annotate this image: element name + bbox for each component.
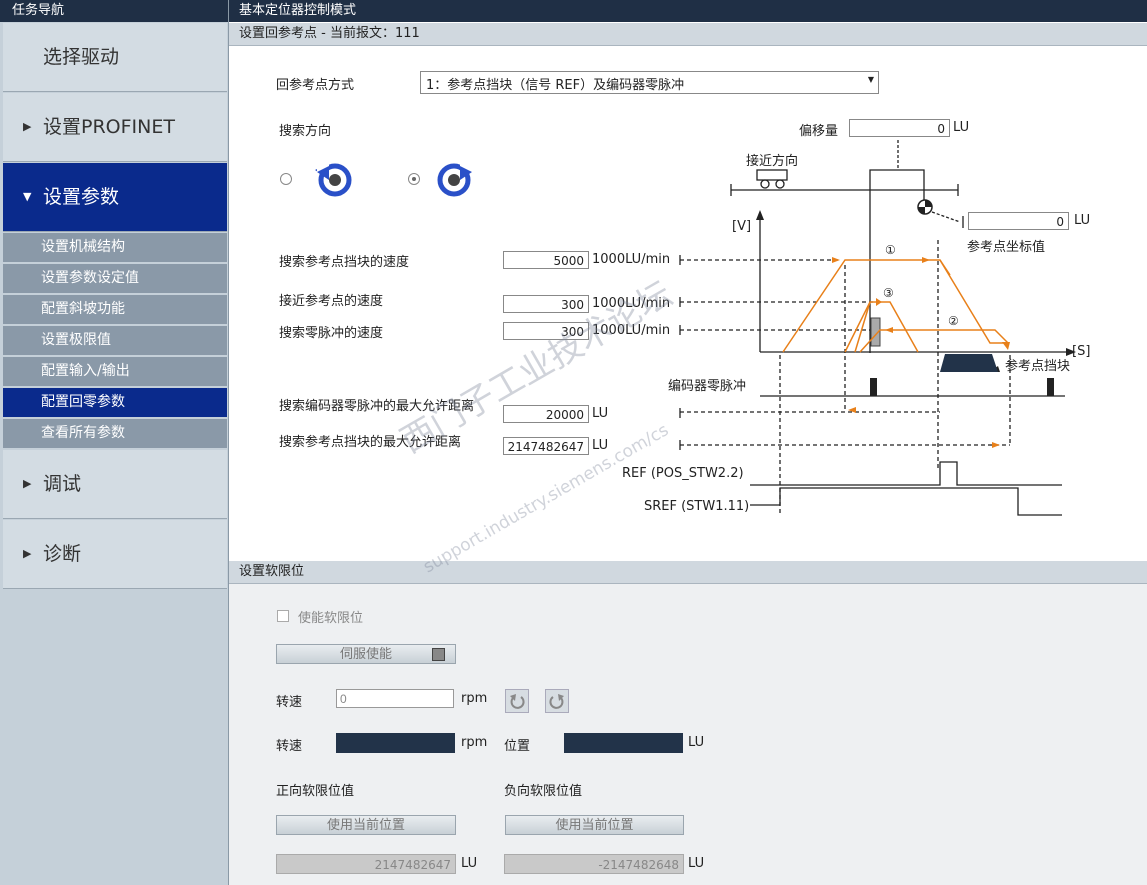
speed-actual-display bbox=[336, 733, 455, 753]
sidebar-item-commissioning[interactable]: ▶ 调试 bbox=[3, 450, 227, 519]
homing-mode-label: 回参考点方式 bbox=[276, 78, 355, 93]
speed-approach-label: 接近参考点的速度 bbox=[279, 294, 384, 309]
offset-unit: LU bbox=[953, 120, 970, 135]
chevron-down-icon: ▼ bbox=[23, 190, 32, 203]
homing-diagram: ① ③ ② [V] [S] 参考点挡块 编码器零脉冲 REF (POS_STW2… bbox=[622, 140, 1090, 516]
max-enc-distance-input[interactable]: 20000 bbox=[503, 405, 589, 423]
dropdown-arrow-icon: ▼ bbox=[867, 75, 874, 84]
neg-limit-value[interactable]: -2147482648 bbox=[504, 854, 684, 874]
marker-3: ③ bbox=[883, 286, 894, 300]
sidebar-item-label: 调试 bbox=[43, 473, 82, 495]
softlimit-section-header: 设置软限位 bbox=[229, 561, 1147, 584]
stop-icon bbox=[432, 648, 445, 661]
speed-approach-input[interactable]: 300 bbox=[503, 295, 589, 313]
servo-enable-button[interactable]: 伺服使能 bbox=[276, 644, 456, 664]
pos-limit-value[interactable]: 2147482647 bbox=[276, 854, 456, 874]
rotate-ccw-icon bbox=[315, 162, 352, 197]
enable-softlimit-checkbox[interactable] bbox=[277, 610, 289, 622]
sidebar-subitem-homing[interactable]: 配置回零参数 bbox=[3, 388, 227, 419]
speed-input[interactable] bbox=[336, 689, 454, 708]
sidebar-subitem-setpoint[interactable]: 设置参数设定值 bbox=[3, 264, 227, 295]
speed-actual-label: 转速 bbox=[276, 739, 303, 754]
enable-softlimit-label: 使能软限位 bbox=[298, 611, 364, 626]
lu-unit: LU bbox=[688, 856, 705, 871]
v-axis-label: [V] bbox=[732, 219, 751, 234]
encoder-pulse-label: 编码器零脉冲 bbox=[668, 379, 746, 394]
sidebar-subitem-all-params[interactable]: 查看所有参数 bbox=[3, 419, 227, 450]
sidebar-title: 任务导航 bbox=[0, 0, 228, 22]
search-direction-label: 搜索方向 bbox=[279, 124, 332, 139]
lu-unit: LU bbox=[688, 735, 705, 750]
chevron-right-icon: ▶ bbox=[23, 120, 32, 133]
position-label: 位置 bbox=[504, 739, 531, 754]
rotate-ccw-icon bbox=[510, 694, 525, 709]
lu-unit: LU bbox=[461, 856, 478, 871]
page-title-bar: 基本定位器控制模式 bbox=[229, 0, 1147, 22]
jog-cw-button[interactable] bbox=[545, 689, 569, 713]
position-display bbox=[564, 733, 683, 753]
speed-search-cam-label: 搜索参考点挡块的速度 bbox=[279, 255, 410, 270]
max-cam-distance-input[interactable]: 2147482647 bbox=[503, 437, 589, 455]
sidebar-item-diagnostics[interactable]: ▶ 诊断 bbox=[3, 520, 227, 589]
sidebar-item-label: 设置参数 bbox=[43, 186, 120, 208]
rpm-unit: rpm bbox=[461, 691, 488, 706]
section-title: 设置回参考点 - 当前报文：111 bbox=[239, 26, 420, 41]
sidebar-subitem-ramp[interactable]: 配置斜坡功能 bbox=[3, 295, 227, 326]
pos-limit-label: 正向软限位值 bbox=[276, 784, 355, 799]
sidebar-item-label: 设置PROFINET bbox=[43, 116, 175, 138]
rpm-unit: rpm bbox=[461, 735, 488, 750]
rotate-cw-icon bbox=[437, 162, 472, 197]
cam-label: 参考点挡块 bbox=[1005, 358, 1070, 374]
chevron-right-icon: ▶ bbox=[23, 547, 32, 560]
homing-section-header: 设置回参考点 - 当前报文：111 bbox=[229, 23, 1147, 46]
sidebar-item-profinet[interactable]: ▶ 设置PROFINET bbox=[3, 93, 227, 162]
sidebar-item-select-drive[interactable]: 选择驱动 bbox=[3, 23, 227, 92]
marker-1: ① bbox=[885, 243, 896, 257]
sidebar-item-label: 诊断 bbox=[43, 543, 82, 565]
direction-cw-radio[interactable] bbox=[408, 173, 420, 185]
marker-2: ② bbox=[948, 314, 959, 328]
section-title: 设置软限位 bbox=[239, 564, 305, 579]
speed-zero-label: 搜索零脉冲的速度 bbox=[279, 326, 384, 341]
pos-use-current-button[interactable]: 使用当前位置 bbox=[276, 815, 456, 835]
speed-search-cam-input[interactable]: 5000 bbox=[503, 251, 589, 269]
sref-signal-label: SREF (STW1.11) bbox=[644, 499, 749, 514]
offset-label: 偏移量 bbox=[799, 124, 839, 139]
chevron-right-icon: ▶ bbox=[23, 477, 32, 490]
neg-limit-label: 负向软限位值 bbox=[504, 784, 583, 799]
sidebar-subitem-mechanics[interactable]: 设置机械结构 bbox=[3, 233, 227, 264]
ref-signal-label: REF (POS_STW2.2) bbox=[622, 466, 744, 481]
sidebar-item-label: 选择驱动 bbox=[43, 46, 120, 68]
direction-ccw-radio[interactable] bbox=[280, 173, 292, 185]
rotate-cw-icon bbox=[549, 694, 564, 709]
sidebar-item-set-params[interactable]: ▼ 设置参数 bbox=[3, 163, 227, 232]
sidebar-subitem-limits[interactable]: 设置极限值 bbox=[3, 326, 227, 357]
homing-mode-select[interactable]: 1：参考点挡块（信号 REF）及编码器零脉冲 ▼ bbox=[420, 71, 879, 94]
homing-mode-value: 1：参考点挡块（信号 REF）及编码器零脉冲 bbox=[426, 78, 685, 93]
sidebar-subitem-io[interactable]: 配置输入/输出 bbox=[3, 357, 227, 388]
s-axis-label: [S] bbox=[1072, 344, 1090, 359]
jog-ccw-button[interactable] bbox=[505, 689, 529, 713]
offset-input[interactable]: 0 bbox=[849, 119, 950, 137]
speed-label: 转速 bbox=[276, 695, 303, 710]
neg-use-current-button[interactable]: 使用当前位置 bbox=[505, 815, 684, 835]
page-title: 基本定位器控制模式 bbox=[239, 3, 357, 18]
